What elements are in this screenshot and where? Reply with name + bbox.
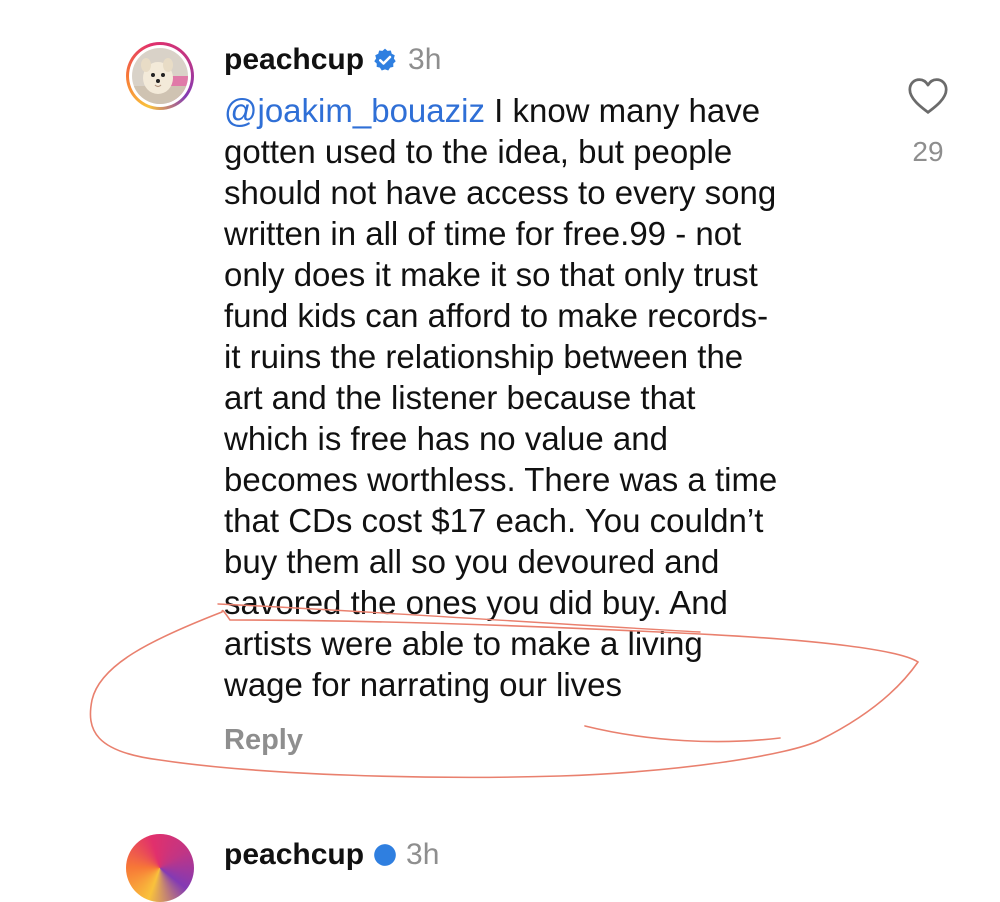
next-comment: peachcup 3h [126, 834, 826, 902]
avatar[interactable] [126, 42, 194, 110]
comment-line: artists were able to make a living [224, 625, 703, 662]
like-button[interactable]: 29 [900, 76, 956, 168]
comment-line: savored the ones you did buy. And [224, 584, 728, 621]
reply-button[interactable]: Reply [224, 724, 303, 757]
comment-text: @joakim_bouaziz I know many have gotten … [224, 90, 874, 705]
next-comment-header: peachcup 3h [224, 838, 439, 872]
verified-badge-icon [374, 844, 396, 866]
next-avatar[interactable] [126, 834, 194, 902]
comment-line: @joakim_bouaziz I know many have [224, 92, 761, 129]
mention-link[interactable]: @joakim_bouaziz [224, 92, 485, 129]
comment-line: wage for narrating our lives [224, 666, 623, 703]
like-count: 29 [912, 136, 944, 167]
next-username[interactable]: peachcup [224, 838, 364, 872]
comment-line: only does it make it so that only trust [224, 256, 758, 293]
comment-line: it ruins the relationship between the [224, 338, 744, 375]
comment-line: fund kids can afford to make records- [224, 297, 769, 334]
comment-line: art and the listener because that [224, 379, 696, 416]
next-timestamp: 3h [406, 838, 440, 871]
heart-outline-icon[interactable] [906, 76, 950, 116]
comment-line: written in all of time for free.99 - not [224, 215, 742, 252]
comment-line: buy them all so you devoured and [224, 543, 720, 580]
verified-badge-icon [374, 48, 396, 71]
comment-line: should not have access to every song [224, 174, 777, 211]
username[interactable]: peachcup [224, 43, 364, 77]
comment-header: peachcup 3h [224, 40, 441, 80]
comment-line: becomes worthless. There was a time [224, 461, 778, 498]
timestamp: 3h [408, 43, 442, 76]
avatar-dog-image [132, 48, 188, 104]
comment-line: gotten used to the idea, but people [224, 133, 733, 170]
comment-line: which is free has no value and [224, 420, 668, 457]
comment-line: that CDs cost $17 each. You couldn’t [224, 502, 764, 539]
